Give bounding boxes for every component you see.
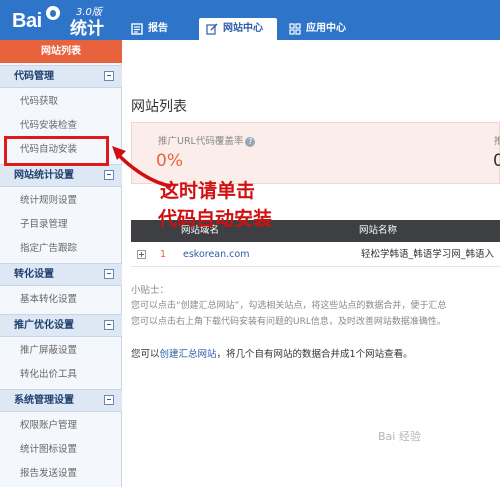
merge-site-hint: 您可以创建汇总网站，将几个自有网站的数据合并成1个网站查看。 [131,346,413,360]
column-header-site-name[interactable]: 网站名称 [359,220,397,242]
help-icon[interactable]: ? [245,136,256,147]
create-merged-site-link[interactable]: 创建汇总网站 [160,349,217,360]
sidebar-item-promo-block[interactable]: 推广屏蔽设置 [0,339,122,363]
grid-icon [289,23,301,35]
row-index: 1 [160,249,167,260]
sidebar-section-promotion[interactable]: 推广优化设置 [0,314,122,337]
tab-app-center-label: 应用中心 [306,23,346,34]
sidebar-section-label: 推广优化设置 [14,320,74,331]
second-metric-label: 推 [494,136,500,147]
sidebar-section-system[interactable]: 系统管理设置 [0,389,122,412]
logo-product: 统计 [70,19,104,39]
tab-report[interactable]: 报告 [124,18,194,40]
sidebar-item-bid-tool[interactable]: 转化出价工具 [0,363,122,387]
edit-icon [206,23,218,35]
sidebar-section-label: 转化设置 [14,269,54,280]
row-site-name: 轻松学韩语_韩语学习网_韩语入 [361,249,495,260]
coverage-panel: 推广URL代码覆盖率? 0% 推 0 [131,122,500,184]
sidebar-item-stats-icon[interactable]: 统计图标设置 [0,438,122,462]
page-title: 网站列表 [131,99,187,115]
sidebar-item-install-check[interactable]: 代码安装检查 [0,114,122,138]
main-content: 网站列表 推广URL代码覆盖率? 0% 推 0 网站域名 网站名称 1 esko… [123,40,500,487]
sidebar-item-report-sending[interactable]: 报告发送设置 [0,462,122,486]
collapse-icon[interactable] [104,71,114,81]
baidu-tongji-logo[interactable]: Bai 3.0版 统计 [12,4,112,39]
sidebar-section-label: 网站统计设置 [14,170,74,181]
sidebar-item-stats-rules[interactable]: 统计规则设置 [0,189,122,213]
tips-line-1: 您可以点击“创建汇总网站”，勾选相关站点，将这些站点的数据合并，便于汇总 [131,301,447,311]
top-bar: Bai 3.0版 统计 报告 网站中心 应用中心 [0,0,500,40]
tab-site-center[interactable]: 网站中心 [199,18,277,40]
tab-site-center-label: 网站中心 [223,23,263,34]
annotation-highlight-box [4,136,109,166]
sidebar: 网站列表 代码管理 代码获取 代码安装检查 代码自动安装 网站统计设置 统计规则… [0,40,122,487]
paw-icon [46,6,60,20]
sidebar-section-stats-settings[interactable]: 网站统计设置 [0,164,122,187]
tab-report-label: 报告 [148,23,168,34]
sidebar-item-subdirectory[interactable]: 子目录管理 [0,213,122,237]
collapse-icon[interactable] [104,269,114,279]
sidebar-section-conversion[interactable]: 转化设置 [0,263,122,286]
sidebar-section-label: 代码管理 [14,71,54,82]
tips-title: 小贴士： [131,285,170,296]
logo-brand: Bai [12,10,42,32]
merge-suffix: ，将几个自有网站的数据合并成1个网站查看。 [216,349,413,360]
sidebar-section-label: 系统管理设置 [14,395,74,406]
expand-icon[interactable] [137,250,146,259]
sidebar-item-get-code[interactable]: 代码获取 [0,90,122,114]
second-metric-value: 0 [493,151,500,171]
sidebar-item-ad-tracking[interactable]: 指定广告跟踪 [0,237,122,261]
row-domain-link[interactable]: eskorean.com [183,243,249,267]
table-row: 1 eskorean.com 轻松学韩语_韩语学习网_韩语入 [131,243,500,267]
report-icon [131,23,143,35]
annotation-text-line-2: 代码自动安装 [158,208,273,230]
sidebar-item-basic-conversion[interactable]: 基本转化设置 [0,288,122,312]
watermark: Bai 经验 [378,430,421,443]
collapse-icon[interactable] [104,320,114,330]
collapse-icon[interactable] [104,395,114,405]
merge-prefix: 您可以 [131,349,160,360]
annotation-text-line-1: 这时请单击 [160,180,256,202]
tips-line-2: 您可以点击右上角下载代码安装有问题的URL信息，及时改善网站数据准确性。 [131,317,446,327]
sidebar-section-code-management[interactable]: 代码管理 [0,65,122,88]
sidebar-item-site-list[interactable]: 网站列表 [0,40,122,63]
tab-app-center[interactable]: 应用中心 [282,18,370,40]
sidebar-item-account-permissions[interactable]: 权限账户管理 [0,414,122,438]
